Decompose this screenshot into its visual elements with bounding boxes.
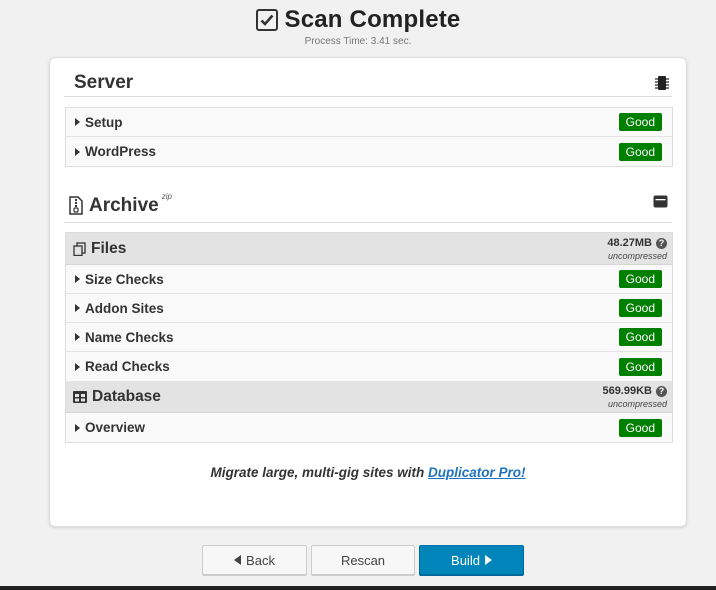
scan-results-panel: Server Setup Good WordPress Good Archive…: [49, 57, 687, 527]
row-label: WordPress: [85, 144, 157, 159]
back-label: Back: [246, 552, 275, 568]
rescan-label: Rescan: [340, 552, 386, 568]
row-label: Name Checks: [85, 329, 174, 345]
arrow-left-icon: [234, 555, 242, 565]
caret-right-icon: [75, 118, 80, 126]
copy-files-icon: [73, 241, 86, 256]
files-group-header: Files 48.27MB? uncompressed: [66, 233, 672, 265]
status-badge: Good: [618, 113, 662, 131]
files-row-addon-sites[interactable]: Addon Sites Good: [66, 294, 672, 323]
help-icon[interactable]: ?: [656, 237, 667, 249]
row-label: Size Checks: [85, 271, 164, 287]
checkbox-check-icon: [255, 9, 278, 31]
row-label: Overview: [85, 420, 146, 435]
page-title: Scan Complete: [284, 6, 461, 33]
status-badge: Good: [618, 357, 662, 376]
database-size: 569.99KB: [602, 384, 652, 397]
server-row-wordpress[interactable]: WordPress Good: [66, 137, 672, 166]
database-row-overview[interactable]: Overview Good: [66, 413, 672, 442]
arrow-right-icon: [484, 555, 492, 565]
archive-checks: Files 48.27MB? uncompressed Size Checks …: [65, 232, 673, 443]
server-section-header: Server: [64, 69, 672, 97]
page-header: Scan Complete Process Time: 3.41 sec.: [0, 6, 716, 47]
bottom-edge-bar: [0, 586, 716, 590]
status-badge: Good: [618, 418, 662, 437]
status-badge: Good: [618, 270, 662, 288]
files-size: 48.27MB: [607, 236, 652, 249]
caret-right-icon: [75, 333, 80, 341]
archive-box-icon: [653, 195, 668, 208]
files-row-size-checks[interactable]: Size Checks Good: [66, 265, 672, 294]
status-badge: Good: [618, 328, 662, 346]
promo-message: Migrate large, multi-gig sites with Dupl…: [50, 465, 686, 480]
archive-title: Archive: [89, 194, 159, 216]
archive-format-label: zip: [161, 192, 172, 201]
files-row-read-checks[interactable]: Read Checks Good: [66, 352, 672, 381]
row-label: Addon Sites: [85, 300, 164, 316]
status-badge: Good: [618, 142, 662, 161]
status-badge: Good: [618, 299, 662, 317]
rescan-button[interactable]: Rescan: [311, 545, 415, 575]
caret-right-icon: [75, 362, 80, 371]
server-checks: Setup Good WordPress Good: [65, 107, 673, 167]
chip-icon: [655, 75, 669, 91]
row-label: Read Checks: [85, 359, 170, 374]
process-time: Process Time: 3.41 sec.: [304, 36, 412, 47]
row-label: Setup: [85, 114, 123, 130]
build-button[interactable]: Build: [419, 545, 524, 575]
back-button[interactable]: Back: [202, 545, 307, 575]
server-row-setup[interactable]: Setup Good: [66, 108, 672, 137]
promo-text: Migrate large, multi-gig sites with: [210, 465, 425, 480]
files-row-name-checks[interactable]: Name Checks Good: [66, 323, 672, 352]
table-icon: [73, 390, 87, 403]
duplicator-pro-link[interactable]: Duplicator Pro!: [428, 465, 526, 480]
build-label: Build: [451, 552, 480, 568]
caret-right-icon: [75, 304, 80, 312]
caret-right-icon: [75, 147, 80, 156]
zip-file-icon: [69, 196, 83, 215]
caret-right-icon: [75, 275, 80, 283]
database-size-note: uncompressed: [607, 398, 667, 409]
archive-section-header: Archive zip: [64, 189, 672, 223]
server-title: Server: [74, 71, 134, 93]
files-size-note: uncompressed: [607, 250, 667, 261]
database-group-header: Database 569.99KB? uncompressed: [66, 381, 672, 413]
database-title: Database: [92, 387, 161, 405]
help-icon[interactable]: ?: [656, 385, 667, 397]
files-title: Files: [91, 239, 127, 257]
caret-right-icon: [75, 423, 80, 432]
